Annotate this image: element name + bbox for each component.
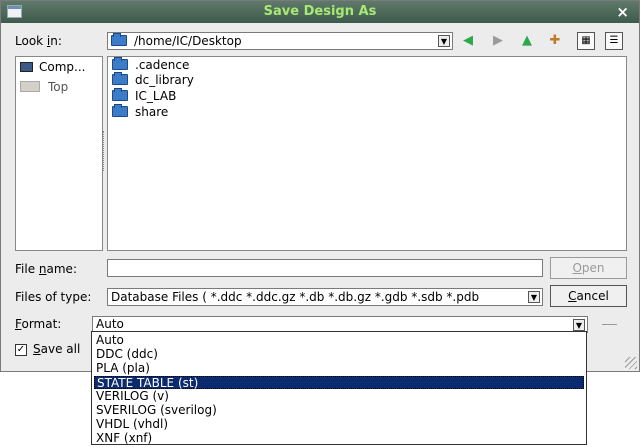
- file-list: .cadence dc_library IC_LAB share: [107, 56, 627, 251]
- look-in-label: Look in:: [15, 34, 62, 48]
- sidebar-item-computer[interactable]: Comp...: [20, 60, 85, 74]
- chevron-down-icon[interactable]: ▼: [438, 35, 450, 47]
- new-folder-icon[interactable]: ✚: [546, 32, 564, 50]
- format-dropdown-list: Auto DDC (ddc) PLA (pla) STATE TABLE (st…: [91, 331, 587, 445]
- file-name-input[interactable]: [107, 259, 543, 277]
- list-item[interactable]: .cadence: [112, 57, 189, 74]
- separator-line: [602, 324, 617, 325]
- folder-icon: [112, 72, 128, 85]
- list-item[interactable]: share: [112, 104, 168, 121]
- list-view-icon[interactable]: ▦: [577, 32, 595, 50]
- chevron-down-icon[interactable]: ▼: [528, 291, 540, 303]
- title-bar[interactable]: Save Design As ×: [1, 1, 639, 23]
- save-design-dialog: Save Design As × Look in: /home/IC/Deskt…: [0, 0, 640, 372]
- dropdown-option-vhdl[interactable]: VHDL (vhdl): [94, 418, 584, 431]
- list-item[interactable]: dc_library: [112, 72, 194, 89]
- dropdown-option-ddc[interactable]: DDC (ddc): [94, 348, 584, 361]
- dropdown-option-auto[interactable]: Auto: [94, 334, 584, 347]
- open-button[interactable]: Open: [550, 257, 627, 279]
- forward-icon[interactable]: ▶: [489, 32, 507, 50]
- dropdown-option-sverilog[interactable]: SVERILOG (sverilog): [94, 404, 584, 417]
- file-name-label: File name:: [15, 262, 77, 276]
- format-label: Format:: [15, 317, 62, 331]
- dropdown-option-pla[interactable]: PLA (pla): [94, 362, 584, 375]
- folder-icon: [112, 88, 128, 101]
- save-all-checkbox[interactable]: ✓: [15, 344, 27, 356]
- files-of-type-label: Files of type:: [15, 290, 92, 304]
- up-icon[interactable]: ▲: [518, 32, 536, 50]
- dropdown-option-verilog[interactable]: VERILOG (v): [94, 390, 584, 403]
- close-icon[interactable]: ×: [616, 3, 629, 21]
- detail-view-icon[interactable]: ☰: [605, 32, 623, 50]
- folder-icon: [112, 57, 128, 70]
- folder-icon: [112, 104, 128, 117]
- look-in-combo[interactable]: /home/IC/Desktop ▼: [107, 32, 453, 50]
- dropdown-option-xnf[interactable]: XNF (xnf): [94, 432, 584, 445]
- look-in-path: /home/IC/Desktop: [134, 34, 242, 48]
- list-item[interactable]: IC_LAB: [112, 88, 176, 105]
- computer-icon: [20, 62, 33, 72]
- chevron-down-icon[interactable]: ▼: [573, 319, 585, 331]
- back-icon[interactable]: ◀: [459, 32, 477, 50]
- resize-grip[interactable]: [625, 357, 637, 369]
- places-sidebar: Comp... Top: [15, 56, 103, 251]
- cancel-button[interactable]: Cancel: [550, 285, 627, 307]
- drive-icon: [20, 81, 40, 92]
- dropdown-option-state-table[interactable]: STATE TABLE (st): [94, 376, 584, 390]
- folder-icon: [111, 33, 127, 46]
- sidebar-item-top[interactable]: Top: [20, 80, 68, 94]
- format-value: Auto: [96, 317, 124, 331]
- save-all-label: Save all: [33, 342, 81, 356]
- files-of-type-combo[interactable]: Database Files ( *.ddc *.ddc.gz *.db *.d…: [107, 288, 543, 306]
- files-of-type-value: Database Files ( *.ddc *.ddc.gz *.db *.d…: [111, 290, 480, 304]
- window-title: Save Design As: [263, 4, 377, 19]
